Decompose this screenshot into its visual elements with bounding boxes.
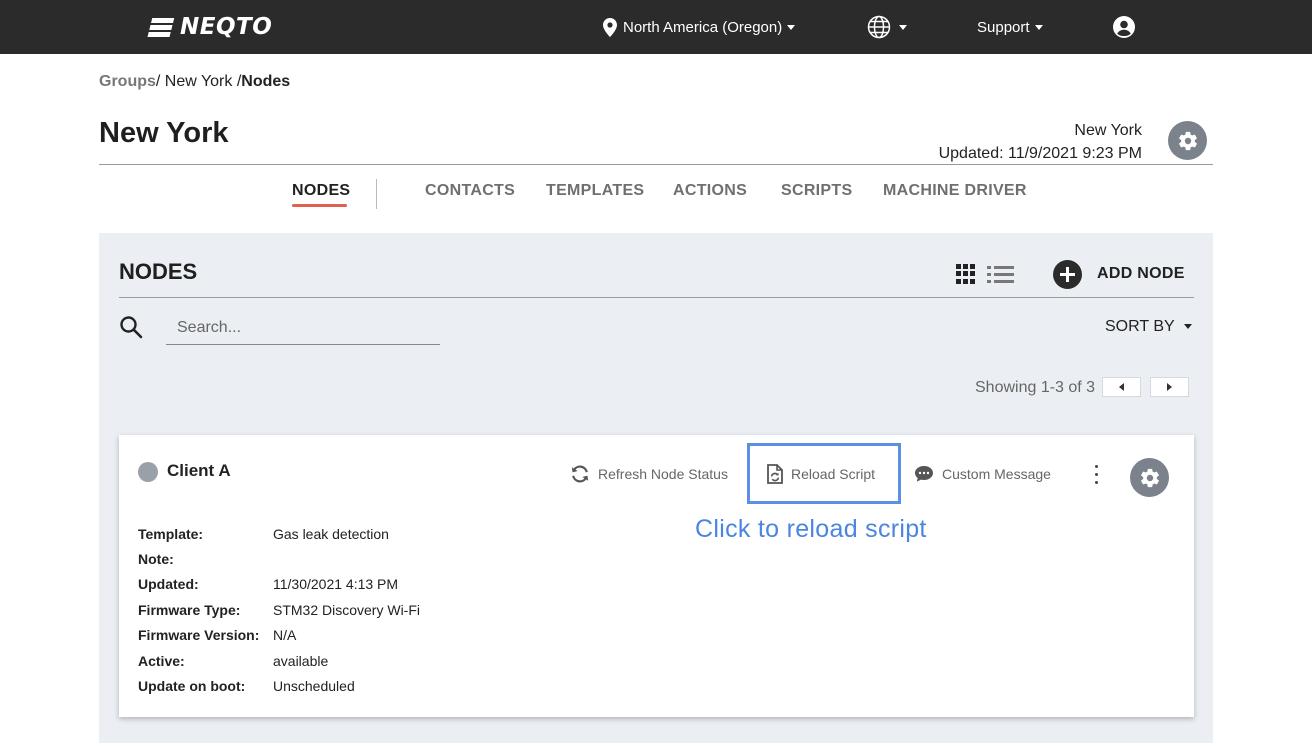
active-tab-indicator [292, 204, 347, 207]
chevron-down-icon [1035, 25, 1043, 30]
panel-title: NODES [119, 259, 197, 285]
page-title: New York [99, 117, 228, 150]
search-icon [119, 315, 143, 339]
next-page-button[interactable] [1150, 377, 1189, 397]
status-dot [138, 462, 158, 482]
detail-key: Updated: [138, 576, 273, 592]
refresh-node-status-label: Refresh Node Status [598, 466, 728, 482]
breadcrumb-group[interactable]: New York [165, 73, 233, 90]
panel-divider [119, 297, 1194, 298]
custom-message-label: Custom Message [942, 466, 1051, 482]
detail-key: Note: [138, 551, 273, 567]
support-menu[interactable]: Support [977, 0, 1043, 54]
tab-scripts[interactable]: SCRIPTS [781, 182, 852, 200]
detail-row-note: Note: [138, 546, 420, 571]
detail-key: Firmware Version: [138, 627, 273, 643]
detail-row-update-on-boot: Update on boot: Unscheduled [138, 673, 420, 698]
breadcrumb-current: Nodes [241, 73, 290, 90]
map-pin-icon [603, 18, 617, 37]
sort-by-dropdown[interactable]: SORT BY [1105, 318, 1192, 336]
tab-machine-driver[interactable]: MACHINE DRIVER [883, 182, 1027, 200]
node-settings-button[interactable] [1130, 458, 1169, 497]
detail-row-updated: Updated: 11/30/2021 4:13 PM [138, 572, 420, 597]
detail-key: Update on boot: [138, 678, 273, 694]
chevron-down-icon [899, 25, 907, 30]
detail-key: Active: [138, 653, 273, 669]
group-info: New York Updated: 11/9/2021 9:23 PM [939, 119, 1142, 165]
detail-row-firmware-version: Firmware Version: N/A [138, 623, 420, 648]
tab-actions[interactable]: ACTIONS [673, 182, 747, 200]
breadcrumb-separator: / [156, 73, 165, 90]
prev-page-button[interactable] [1102, 377, 1141, 397]
top-navbar: NEQTO North America (Oregon) Support [0, 0, 1312, 54]
gear-icon [1177, 130, 1199, 152]
user-circle-icon [1113, 16, 1135, 38]
detail-row-active: Active: available [138, 648, 420, 673]
custom-message-button[interactable]: Custom Message [914, 462, 1051, 486]
plus-circle-icon [1053, 260, 1082, 289]
tab-contacts[interactable]: CONTACTS [425, 182, 515, 200]
node-name[interactable]: Client A [167, 461, 231, 481]
chevron-left-icon [1119, 383, 1124, 391]
search-input[interactable] [166, 311, 440, 345]
detail-value: 11/30/2021 4:13 PM [273, 576, 398, 592]
title-divider [99, 164, 1213, 165]
group-name: New York [939, 119, 1142, 142]
add-node-button[interactable]: ADD NODE [1053, 259, 1185, 289]
detail-value: STM32 Discovery Wi-Fi [273, 602, 420, 618]
detail-key: Firmware Type: [138, 602, 273, 618]
detail-row-template: Template: Gas leak detection [138, 521, 420, 546]
add-node-label: ADD NODE [1097, 265, 1185, 283]
detail-value: available [273, 653, 328, 669]
reload-annotation: Click to reload script [695, 515, 927, 544]
globe-icon [867, 15, 891, 39]
nodes-panel: NODES ADD NODE SORT BY Showing 1-3 of 3 … [99, 233, 1213, 743]
language-selector[interactable] [867, 0, 907, 54]
node-details: Template: Gas leak detection Note: Updat… [138, 521, 420, 699]
tab-templates[interactable]: TEMPLATES [546, 182, 644, 200]
reload-script-button[interactable]: Reload Script [767, 462, 875, 486]
tab-separator [376, 179, 377, 209]
grid-view-button[interactable] [956, 264, 976, 284]
list-view-button[interactable] [987, 264, 1014, 284]
chat-bubble-icon [914, 465, 934, 483]
account-menu[interactable] [1113, 0, 1135, 54]
chevron-right-icon [1167, 383, 1172, 391]
detail-key: Template: [138, 526, 273, 542]
refresh-node-status-button[interactable]: Refresh Node Status [570, 462, 728, 486]
brand-name: NEQTO [180, 14, 272, 40]
region-selector[interactable]: North America (Oregon) [603, 0, 795, 54]
detail-value: Unscheduled [273, 678, 355, 694]
tab-nodes[interactable]: NODES [292, 182, 350, 200]
refresh-icon [570, 464, 590, 484]
group-settings-button[interactable] [1168, 121, 1207, 160]
region-label: North America (Oregon) [623, 19, 782, 36]
group-updated: Updated: 11/9/2021 9:23 PM [939, 142, 1142, 165]
detail-row-firmware-type: Firmware Type: STM32 Discovery Wi-Fi [138, 597, 420, 622]
gear-icon [1139, 467, 1161, 489]
reload-script-label: Reload Script [791, 466, 875, 482]
breadcrumb-groups[interactable]: Groups [99, 73, 156, 90]
more-options-kebab-icon[interactable] [1089, 462, 1105, 488]
chevron-down-icon [1184, 324, 1192, 329]
file-reload-icon [767, 464, 783, 484]
brand-logo[interactable]: NEQTO [150, 13, 272, 41]
pagination-info: Showing 1-3 of 3 [975, 379, 1095, 397]
detail-value: N/A [273, 627, 296, 643]
node-card: Client A Refresh Node Status Reload Scri… [119, 435, 1194, 717]
support-label: Support [977, 19, 1030, 36]
breadcrumb-separator: / [232, 73, 241, 90]
breadcrumb: Groups/ New York /Nodes [99, 73, 290, 91]
sort-by-label: SORT BY [1105, 318, 1174, 335]
chevron-down-icon [787, 25, 795, 30]
detail-value: Gas leak detection [273, 526, 389, 542]
logo-mark-icon [147, 16, 174, 38]
